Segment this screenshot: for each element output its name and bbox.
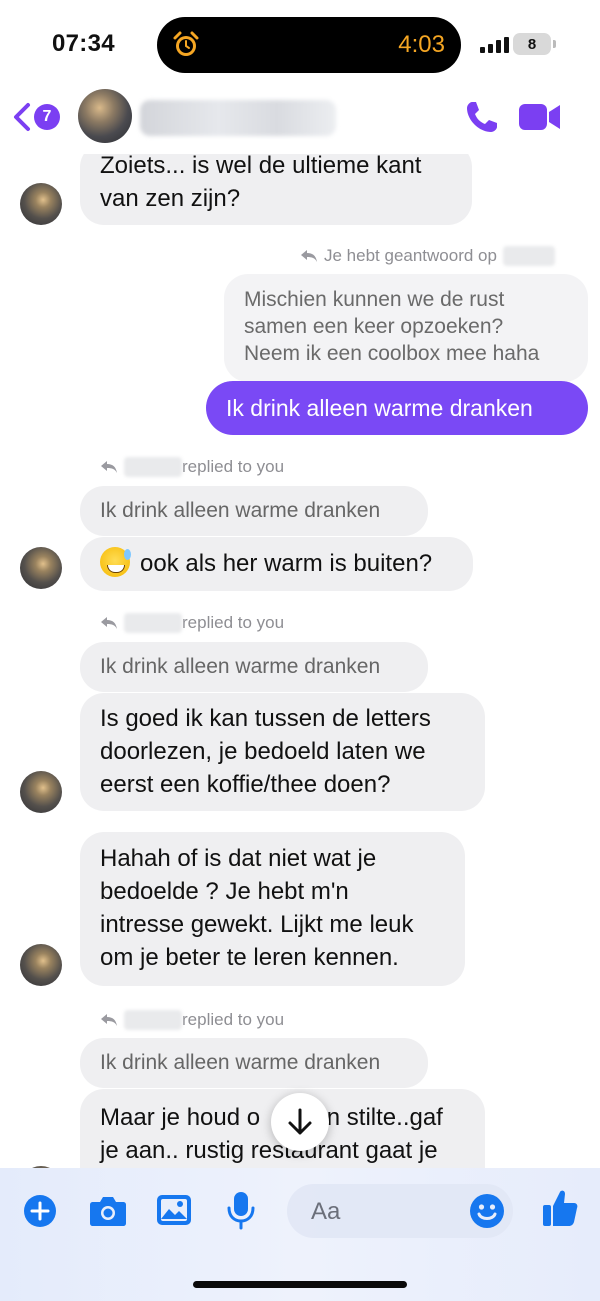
contact-avatar[interactable]	[20, 547, 62, 589]
unread-count-badge: 7	[34, 104, 60, 130]
video-call-icon[interactable]	[518, 102, 562, 132]
incoming-message[interactable]: ook als her warm is buiten?	[80, 537, 473, 591]
contact-avatar[interactable]	[78, 89, 132, 143]
reply-arrow-icon	[101, 1014, 117, 1026]
reply-arrow-icon	[101, 461, 117, 473]
chat-header: 7	[0, 82, 600, 154]
reply-indicator-text: Je hebt geantwoord op	[324, 246, 497, 265]
reply-indicator-text: replied to you	[182, 613, 285, 632]
incoming-message[interactable]: Hahah of is dat niet wat je bedoelde ? J…	[80, 832, 465, 986]
plus-icon[interactable]	[23, 1194, 57, 1228]
reply-indicator: replied to you	[100, 613, 284, 633]
camera-icon[interactable]	[88, 1194, 128, 1228]
reply-indicator-text: replied to you	[182, 1010, 285, 1029]
arrow-down-icon	[288, 1108, 312, 1135]
quoted-message[interactable]: Ik drink alleen warme dranken	[80, 642, 428, 692]
phone-call-icon[interactable]	[464, 99, 500, 135]
grinning-sweat-emoji-icon	[100, 547, 131, 577]
reply-arrow-icon	[101, 617, 117, 629]
quoted-message[interactable]: Ik drink alleen warme dranken	[80, 1038, 428, 1088]
reply-indicator: replied to you	[100, 457, 284, 477]
microphone-icon[interactable]	[226, 1190, 256, 1230]
thumbs-up-icon[interactable]	[541, 1188, 579, 1228]
quoted-message[interactable]: Ik drink alleen warme dranken	[80, 486, 428, 536]
chevron-left-icon	[14, 103, 30, 131]
blurred-name	[124, 613, 182, 633]
blurred-name	[124, 457, 182, 477]
incoming-message[interactable]: Is goed ik kan tussen de letters doorlez…	[80, 693, 485, 811]
back-button[interactable]: 7	[12, 100, 60, 134]
contact-avatar[interactable]	[20, 771, 62, 813]
reply-arrow-icon	[301, 250, 317, 262]
message-input-placeholder: Aa	[311, 1198, 341, 1225]
message-composer: Aa	[0, 1168, 600, 1301]
contact-avatar[interactable]	[20, 944, 62, 986]
blurred-name	[502, 246, 555, 266]
reply-indicator-text: replied to you	[182, 457, 285, 476]
gallery-icon[interactable]	[155, 1192, 193, 1228]
reply-indicator: replied to you	[100, 1010, 284, 1030]
reply-indicator: Je hebt geantwoord op	[300, 246, 555, 266]
incoming-message[interactable]: Zoiets... is wel de ultieme kant van zen…	[80, 143, 472, 225]
quoted-own-message[interactable]: Mischien kunnen we de rust samen een kee…	[224, 274, 588, 382]
emoji-icon[interactable]	[469, 1193, 505, 1229]
home-indicator	[193, 1281, 407, 1288]
contact-avatar[interactable]	[20, 183, 62, 225]
message-text: ook als her warm is buiten?	[140, 550, 433, 577]
blurred-name	[124, 1010, 182, 1030]
contact-name[interactable]	[140, 100, 336, 136]
scroll-to-bottom-button[interactable]	[271, 1093, 329, 1151]
outgoing-message[interactable]: Ik drink alleen warme dranken	[206, 381, 588, 435]
message-list[interactable]: Zoiets... is wel de ultieme kant van zen…	[0, 0, 600, 1170]
